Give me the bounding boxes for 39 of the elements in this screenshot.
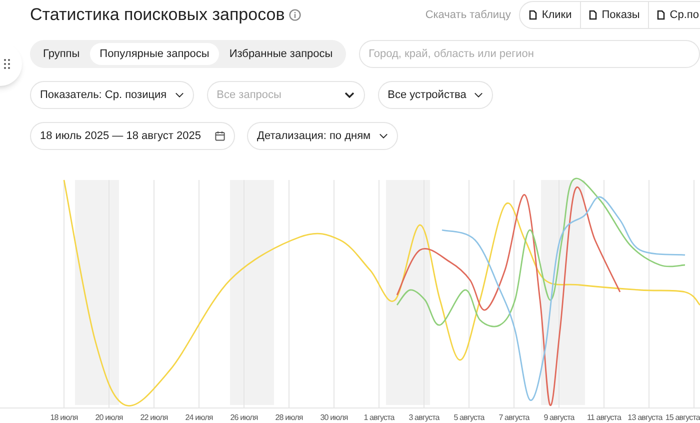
region-search-field[interactable]: Город, край, область или регион [358, 40, 700, 68]
filter-select[interactable]: Все устройства [378, 81, 494, 109]
chevron-icon [378, 133, 388, 139]
axis-label: 13 августа [628, 412, 662, 423]
segment-tab[interactable]: Избранные запросы [219, 43, 343, 65]
axis-label: 9 августа [544, 412, 574, 423]
axis-label: 3 августа [408, 412, 440, 423]
axis-label: 1 августа [364, 412, 394, 423]
segment-tab[interactable]: Популярные запросы [90, 43, 220, 65]
axis-label: 18 июля [50, 412, 78, 423]
export-button[interactable]: Ср.по [648, 1, 700, 29]
axis-label: 5 августа [454, 412, 484, 423]
axis-label: 24 июля [185, 412, 213, 423]
date-range-field[interactable]: 18 июль 2025 — 18 август 2025 [30, 122, 235, 150]
export-button[interactable]: Показы [580, 1, 649, 29]
grip-icon [4, 59, 10, 69]
chevron-icon [474, 92, 484, 98]
download-label: Скачать таблицу [425, 8, 511, 23]
document-icon [656, 10, 665, 20]
detail-select[interactable]: Детализация: по дням [247, 122, 398, 150]
page-title: Статистика поисковых запросов [30, 4, 285, 26]
axis-label: 28 июля [275, 412, 303, 423]
axis-label: 30 июля [320, 412, 348, 423]
axis-label: 11 августа [586, 412, 622, 423]
axis-label: 22 июля [140, 412, 168, 423]
filter-select[interactable]: Показатель: Ср. позиция [30, 81, 194, 109]
axis-label: 15 августа [665, 412, 700, 423]
date-range-text: 18 июль 2025 — 18 август 2025 [40, 128, 201, 144]
document-icon [588, 10, 597, 20]
chevron-icon [174, 92, 184, 98]
export-button[interactable]: Клики [518, 1, 581, 29]
axis-label: 7 августа [498, 412, 530, 423]
axis-label: 26 июля [230, 412, 258, 423]
document-icon [528, 10, 537, 20]
info-icon[interactable] [288, 9, 301, 21]
axis-label: 20 июля [95, 412, 123, 423]
calendar-icon [215, 131, 225, 141]
chevron-icon [344, 92, 355, 98]
segment-tab[interactable]: Группы [33, 43, 90, 65]
